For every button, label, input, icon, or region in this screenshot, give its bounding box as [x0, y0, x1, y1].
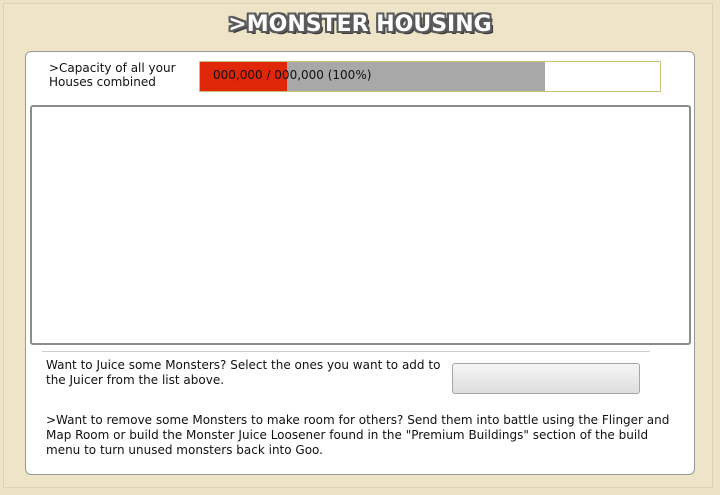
capacity-label: >Capacity of all your Houses combined — [49, 61, 176, 89]
juice-button[interactable] — [452, 363, 640, 394]
juicer-instructions: Want to Juice some Monsters? Select the … — [46, 358, 441, 387]
monster-list[interactable] — [30, 105, 691, 345]
capacity-bar: 000,000 / 000,000 (100%) — [199, 61, 661, 92]
remove-monsters-info: >Want to remove some Monsters to make ro… — [46, 413, 670, 457]
capacity-value: 000,000 / 000,000 (100%) — [213, 68, 372, 82]
divider — [42, 351, 650, 352]
page-title: >MONSTER HOUSING — [228, 12, 492, 37]
